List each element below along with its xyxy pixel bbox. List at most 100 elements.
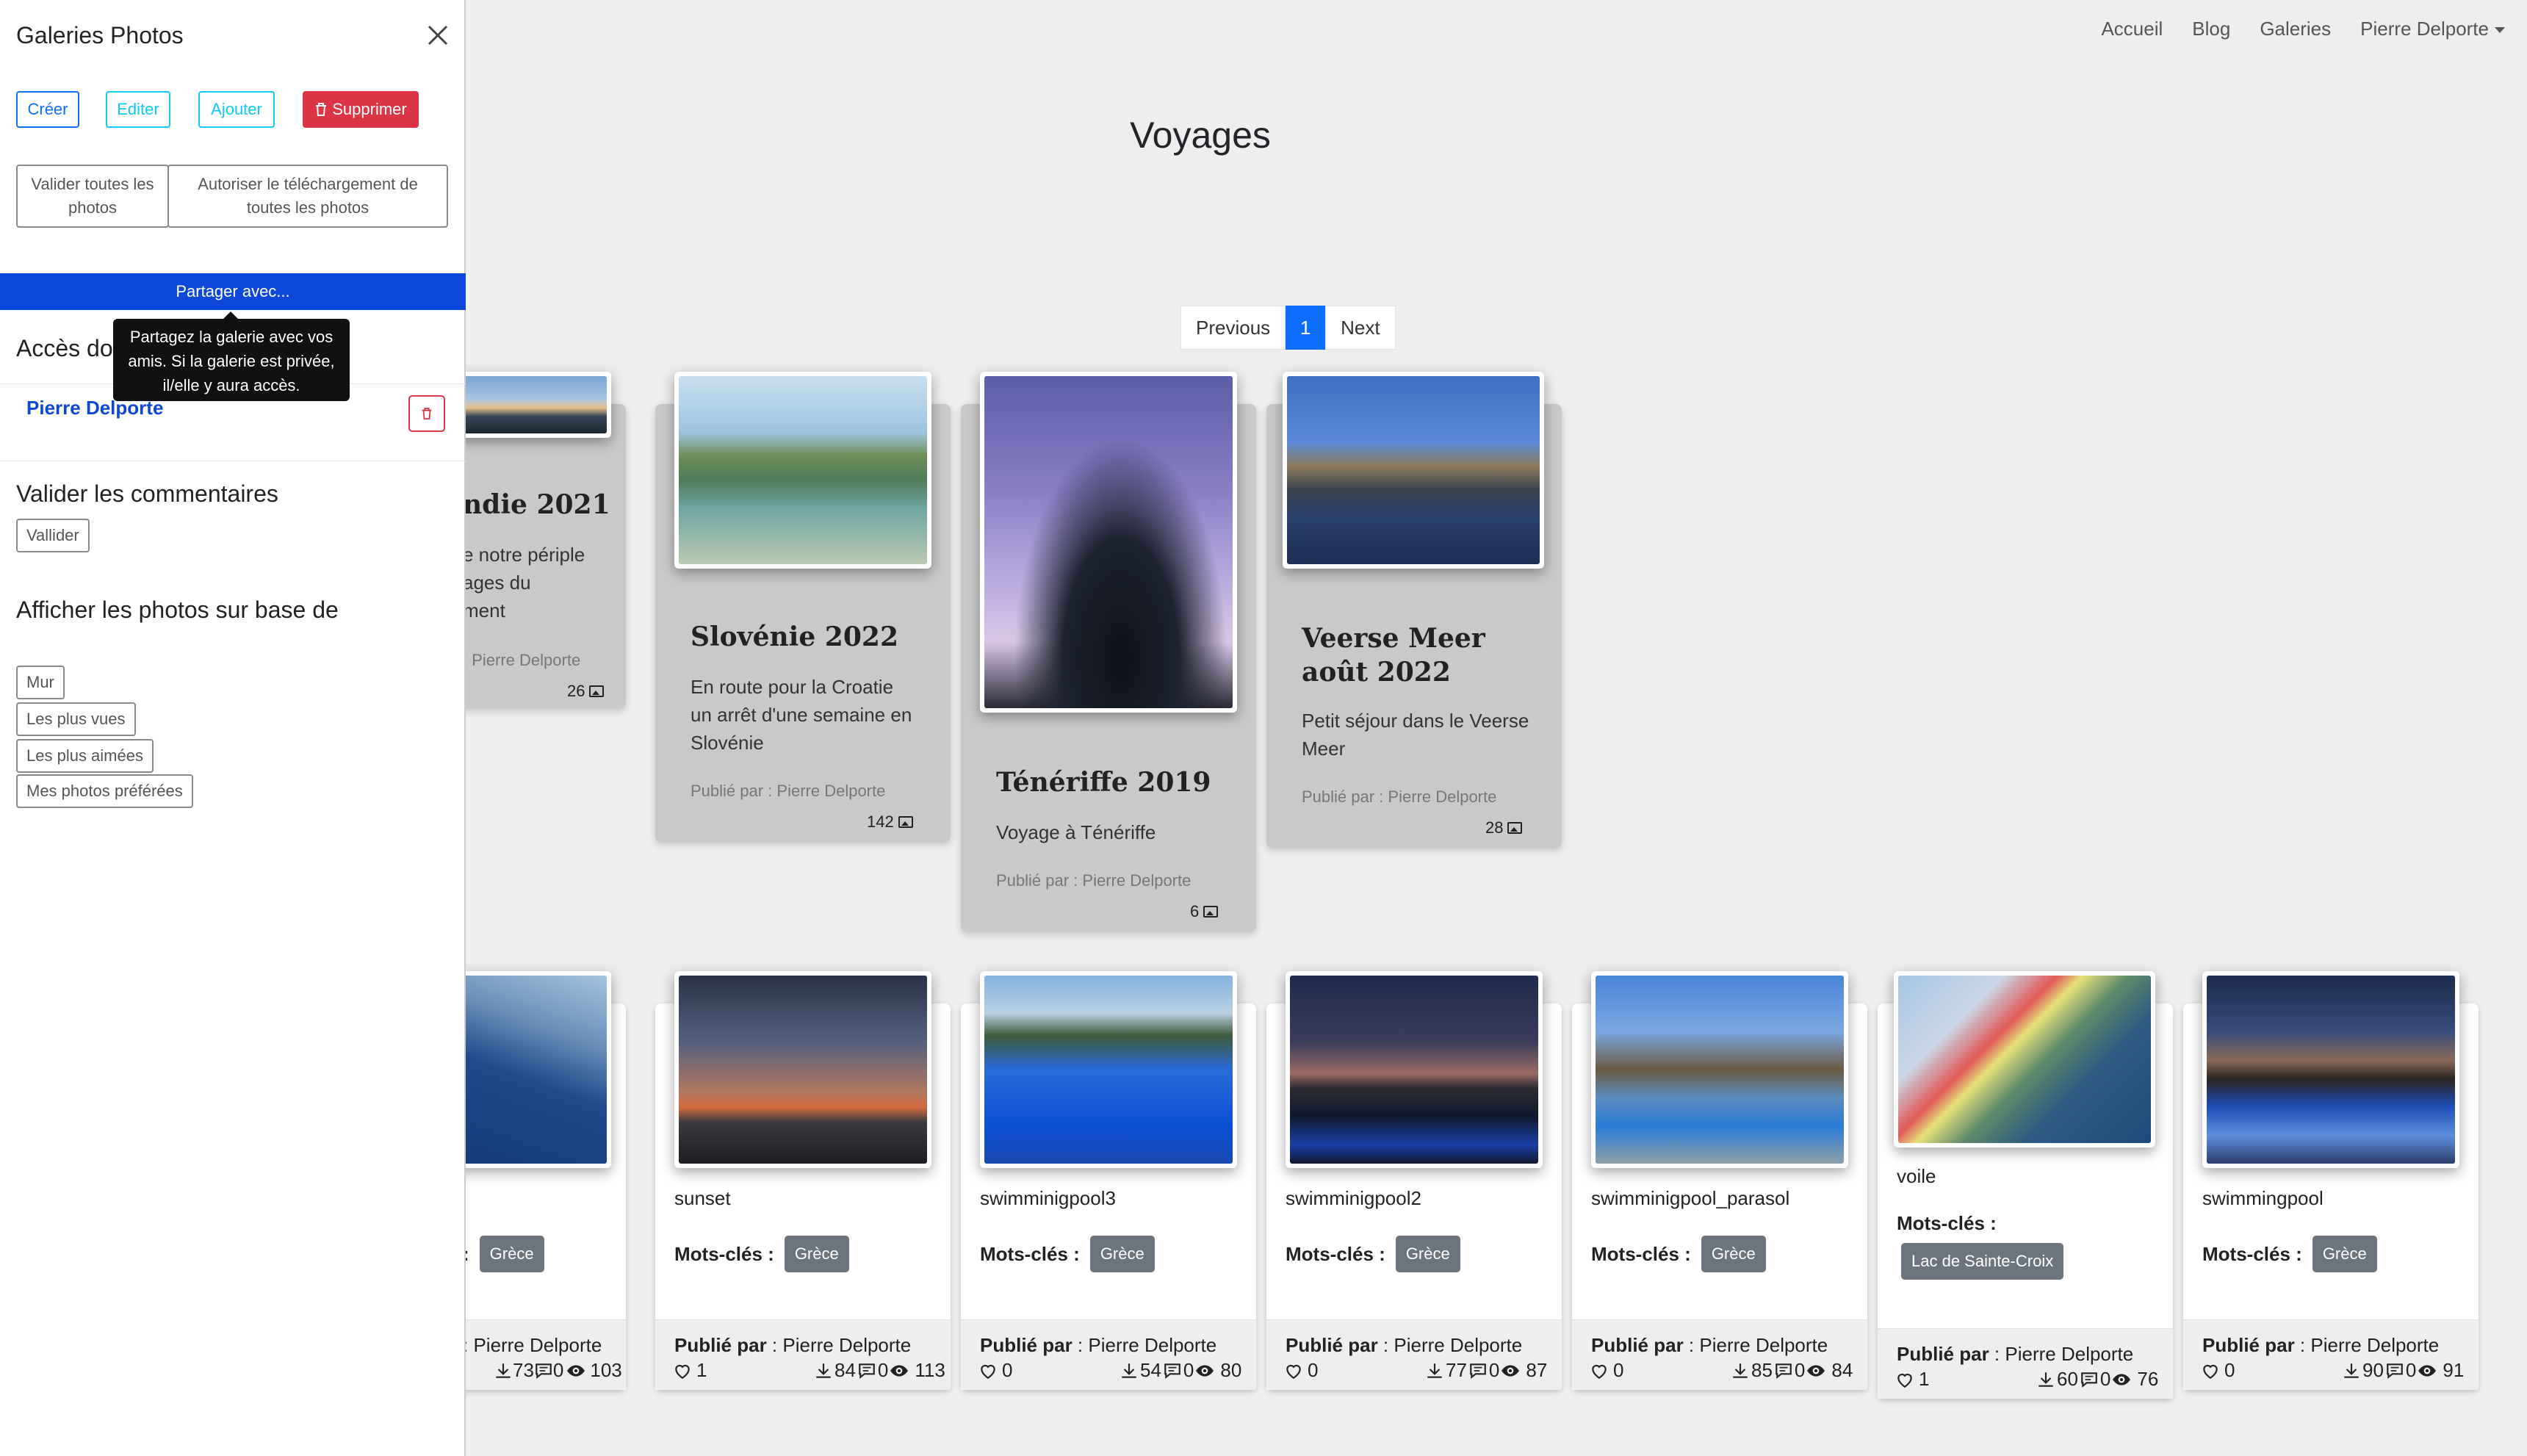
heart-icon[interactable] xyxy=(1590,1361,1609,1380)
photo-card[interactable]: sunset Mots-clés : Grèce Publié par : Pie… xyxy=(655,971,951,1390)
download-icon[interactable] xyxy=(2036,1370,2055,1389)
photo-thumbnail[interactable] xyxy=(1286,971,1543,1168)
heart-icon[interactable] xyxy=(978,1361,998,1380)
close-icon[interactable] xyxy=(425,22,451,48)
validate-comments-button[interactable]: Vallider xyxy=(16,519,90,552)
remove-access-button[interactable] xyxy=(408,395,445,432)
comment-icon xyxy=(1468,1361,1488,1380)
gallery-title[interactable]: Veerse Meer août 2022 xyxy=(1302,621,1551,689)
share-with-button[interactable]: Partager avec... xyxy=(0,273,466,310)
photo-author: : Pierre Delporte xyxy=(463,1334,602,1356)
photo-thumbnail[interactable] xyxy=(674,971,931,1168)
pagination: Previous 1 Next xyxy=(1180,306,1396,350)
delete-button[interactable]: Supprimer xyxy=(303,91,419,128)
photo-keywords: Mots-clés : Grèce xyxy=(674,1236,849,1272)
photo-author: Publié par : Pierre Delporte xyxy=(1897,1343,2134,1365)
photo-keywords: Mots-clés : Grèce xyxy=(980,1236,1155,1272)
pagination-page-1[interactable]: 1 xyxy=(1286,306,1326,350)
gallery-photo-count: 26 xyxy=(567,682,605,701)
comment-icon xyxy=(1163,1361,1182,1380)
heart-icon[interactable] xyxy=(2201,1361,2220,1380)
page-title-text: Voyages xyxy=(1130,115,1271,156)
photo-thumbnail[interactable] xyxy=(980,971,1237,1168)
gallery-card[interactable]: Slovénie 2022 En route pour la Croatie un… xyxy=(655,372,951,842)
pagination-previous[interactable]: Previous xyxy=(1180,306,1286,350)
heart-icon[interactable] xyxy=(673,1361,692,1380)
gallery-image xyxy=(1287,376,1540,564)
keyword-badge[interactable]: Grèce xyxy=(1701,1236,1766,1272)
keyword-badge[interactable]: Grèce xyxy=(784,1236,849,1272)
heart-icon[interactable] xyxy=(1895,1370,1914,1389)
share-tooltip: Partagez la galerie avec vos amis. Si la… xyxy=(113,311,350,401)
allow-download-button[interactable]: Autoriser le téléchargement de toutes le… xyxy=(167,165,448,228)
gallery-card[interactable]: Ténériffe 2019 Voyage à Ténériffe Publié… xyxy=(961,372,1256,931)
photo-stats: 0 77 0 87 xyxy=(1284,1359,1549,1382)
photo-card[interactable]: swimminigpool_parasol Mots-clés : Grèce P… xyxy=(1572,971,1867,1390)
photo-name[interactable]: swimmingpool xyxy=(2202,1187,2324,1210)
keyword-badge[interactable]: Grèce xyxy=(1089,1236,1155,1272)
nav-user-dropdown[interactable]: Pierre Delporte xyxy=(2360,18,2505,40)
photo-thumbnail[interactable] xyxy=(1894,971,2155,1147)
gallery-title[interactable]: ndie 2021 xyxy=(463,489,610,520)
photo-name[interactable]: swimminigpool3 xyxy=(980,1187,1116,1210)
download-icon[interactable] xyxy=(1120,1361,1139,1380)
gallery-thumbnail[interactable] xyxy=(674,372,931,569)
photo-author: Publié par : Pierre Delporte xyxy=(1286,1334,1523,1356)
gallery-image xyxy=(457,376,607,433)
keyword-badge[interactable]: Grèce xyxy=(479,1236,544,1272)
keyword-badge[interactable]: Grèce xyxy=(1395,1236,1460,1272)
photo-thumbnail[interactable] xyxy=(2202,971,2459,1168)
photo-image xyxy=(984,976,1233,1164)
photo-name[interactable]: voile xyxy=(1897,1165,1936,1188)
nav-galleries-link[interactable]: Galeries xyxy=(2260,18,2331,40)
download-icon[interactable] xyxy=(1425,1361,1444,1380)
comment-icon xyxy=(2385,1361,2404,1380)
delete-button-label: Supprimer xyxy=(332,100,407,118)
eye-icon xyxy=(2112,1370,2131,1389)
photo-keywords: Mots-clés : Grèce xyxy=(1591,1236,1766,1272)
trash-icon xyxy=(316,103,327,116)
download-icon[interactable] xyxy=(2342,1361,2361,1380)
photo-card[interactable]: swimminigpool2 Mots-clés : Grèce Publié p… xyxy=(1266,971,1562,1390)
photo-name[interactable]: swimminigpool_parasol xyxy=(1591,1187,1789,1210)
photo-card[interactable]: swimmingpool Mots-clés : Grèce Publié par… xyxy=(2183,971,2479,1390)
download-icon[interactable] xyxy=(1731,1361,1750,1380)
edit-button[interactable]: Editer xyxy=(106,91,170,128)
photo-name[interactable]: swimminigpool2 xyxy=(1286,1187,1421,1210)
photo-card[interactable]: swimminigpool3 Mots-clés : Grèce Publié p… xyxy=(961,971,1256,1390)
photo-stats: 0 85 0 84 xyxy=(1590,1359,1854,1382)
nav-blog-link[interactable]: Blog xyxy=(2192,18,2230,40)
photo-card[interactable]: voile Mots-clés : Lac de Sainte-Croix Pu… xyxy=(1878,971,2173,1399)
photo-keywords: Mots-clés : Grèce xyxy=(2202,1236,2377,1272)
create-button[interactable]: Créer xyxy=(16,91,79,128)
filter-most-viewed-button[interactable]: Les plus vues xyxy=(16,702,136,736)
gallery-title[interactable]: Ténériffe 2019 xyxy=(996,767,1211,798)
gallery-thumbnail[interactable] xyxy=(453,372,611,438)
gallery-photo-count: 28 xyxy=(1485,818,1523,837)
gallery-description: e notre périple ages du ment xyxy=(463,544,585,621)
keyword-badge[interactable]: Grèce xyxy=(2312,1236,2377,1272)
gallery-thumbnail[interactable] xyxy=(980,372,1237,713)
validate-all-button[interactable]: Valider toutes les photos xyxy=(16,165,169,228)
filter-wall-button[interactable]: Mur xyxy=(16,666,65,699)
heart-icon[interactable] xyxy=(1284,1361,1303,1380)
add-button[interactable]: Ajouter xyxy=(198,91,275,128)
pagination-next[interactable]: Next xyxy=(1325,306,1396,350)
photo-author: Publié par : Pierre Delporte xyxy=(980,1334,1217,1356)
gallery-card[interactable]: Veerse Meer août 2022 Petit séjour dans … xyxy=(1266,372,1562,848)
photo-author: Publié par : Pierre Delporte xyxy=(674,1334,912,1356)
eye-icon xyxy=(890,1361,909,1380)
download-icon[interactable] xyxy=(814,1361,833,1380)
keyword-badge[interactable]: Lac de Sainte-Croix xyxy=(1901,1243,2064,1280)
photo-thumbnail[interactable] xyxy=(1591,971,1848,1168)
nav-home-link[interactable]: Accueil xyxy=(2101,18,2163,40)
download-icon[interactable] xyxy=(494,1361,513,1380)
gallery-title[interactable]: Slovénie 2022 xyxy=(691,621,898,652)
photo-name[interactable]: sunset xyxy=(674,1187,731,1210)
photo-thumbnail[interactable] xyxy=(451,971,611,1168)
gallery-thumbnail[interactable] xyxy=(1283,372,1544,569)
photo-stats: 73 0 103 xyxy=(494,1359,622,1382)
gallery-description: Voyage à Ténériffe xyxy=(996,821,1156,843)
filter-favorites-button[interactable]: Mes photos préférées xyxy=(16,774,193,808)
filter-most-liked-button[interactable]: Les plus aimées xyxy=(16,739,154,773)
